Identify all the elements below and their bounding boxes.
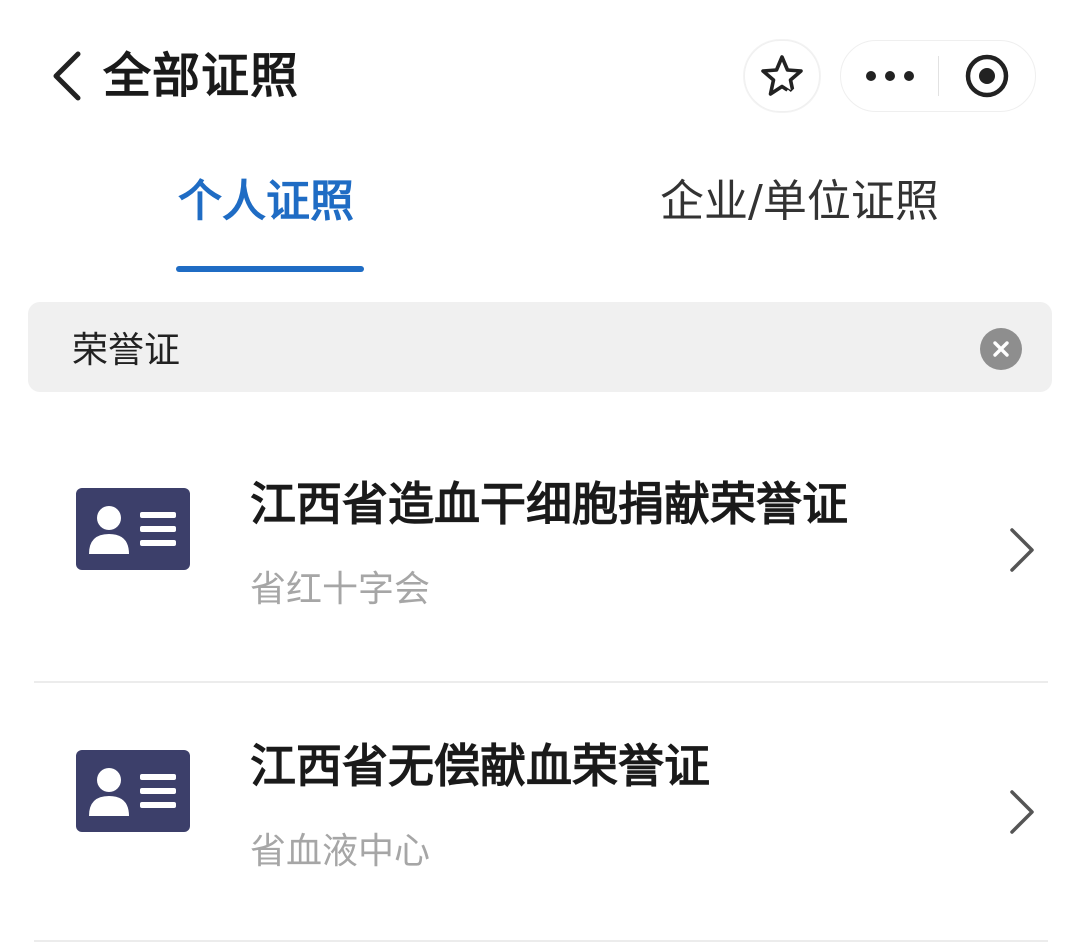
divider [34, 681, 1048, 683]
id-card-icon [76, 488, 190, 570]
menu-capsule [840, 40, 1036, 112]
top-bar: 全部证照 [0, 0, 1080, 150]
clear-icon [993, 341, 1009, 357]
tab-enterprise-licenses[interactable]: 企业/单位证照 [660, 170, 939, 234]
chevron-right-icon [1010, 528, 1034, 572]
chevron-right-icon [1010, 790, 1034, 834]
item-issuer: 省红十字会 [250, 569, 431, 610]
clear-search-button[interactable] [980, 328, 1022, 370]
star-icon [761, 55, 803, 100]
favorite-button[interactable] [744, 40, 820, 112]
search-bar [28, 302, 1052, 392]
search-input[interactable] [72, 316, 952, 378]
tab-bar: 个人证照 企业/单位证照 [0, 160, 1080, 272]
more-dots-icon [865, 71, 914, 81]
page-title: 全部证照 [103, 48, 300, 104]
more-button[interactable] [841, 40, 938, 112]
active-tab-indicator [176, 266, 364, 272]
back-button[interactable] [44, 48, 94, 104]
item-title: 江西省造血干细胞捐献荣誉证 [250, 477, 848, 531]
divider [34, 940, 1048, 942]
id-card-icon [76, 750, 190, 832]
list-item[interactable]: 江西省造血干细胞捐献荣誉证 省红十字会 [0, 446, 1080, 646]
tab-personal-licenses[interactable]: 个人证照 [178, 170, 354, 234]
record-circle-icon [965, 54, 1009, 98]
item-title: 江西省无偿献血荣誉证 [250, 739, 710, 793]
list-item[interactable]: 江西省无偿献血荣誉证 省血液中心 [0, 708, 1080, 908]
close-miniprogram-button[interactable] [939, 40, 1035, 112]
chevron-left-icon [53, 51, 81, 101]
item-issuer: 省血液中心 [250, 831, 431, 872]
